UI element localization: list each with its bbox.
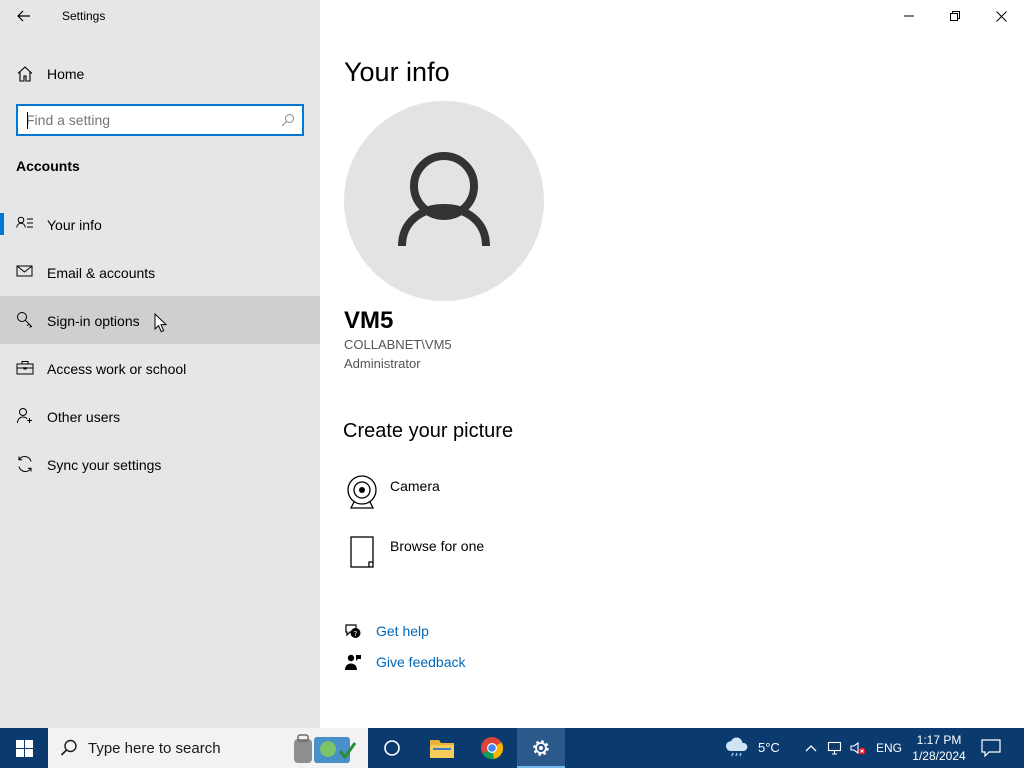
close-icon [995,10,1007,22]
camera-option[interactable]: Camera [344,474,644,514]
sidebar-item-label: Your info [47,217,102,233]
back-arrow-icon [17,10,30,22]
clock-time: 1:17 PM [916,733,962,747]
chrome-button[interactable] [468,728,516,768]
get-help-label: Get help [376,623,429,639]
user-name: VM5 [344,307,394,334]
avatar [344,101,544,301]
sidebar-item-label: Sync your settings [47,457,162,473]
sidebar-item-access-work[interactable]: Access work or school [0,344,320,392]
sidebar-item-label: Sign-in options [47,313,140,329]
gear-icon [533,740,549,756]
get-help-link[interactable]: ? Get help [344,620,644,642]
search-icon[interactable] [281,113,295,127]
clock[interactable]: 1:17 PM 1/28/2024 [906,732,972,764]
user-role: Administrator [344,356,421,371]
language-indicator[interactable]: ENG [876,741,902,755]
search-box[interactable] [16,104,304,136]
windows-logo-icon [15,739,33,757]
search-highlight-icon [294,734,357,763]
weather-temperature: 5°C [758,740,780,755]
chrome-icon [481,737,504,760]
key-icon [17,312,33,328]
folder-icon [430,740,454,758]
restore-button[interactable] [932,0,978,32]
taskbar: Type here to search 5°C ENG 1:17 PM 1/28… [0,728,1024,768]
network-icon[interactable] [827,740,843,756]
browse-option[interactable]: Browse for one [344,534,644,574]
briefcase-icon [16,361,34,375]
sidebar-item-email-accounts[interactable]: Email & accounts [0,248,320,296]
file-explorer-button[interactable] [418,728,466,768]
person-add-icon [17,408,32,424]
main-content: Your info VM5 COLLABNET\VM5 Administrato… [320,0,1024,728]
sidebar-item-your-info[interactable]: Your info [0,200,320,248]
sidebar-nav: Your info Email & accounts Sign-in optio… [0,200,320,488]
user-domain: COLLABNET\VM5 [344,337,452,352]
selection-indicator [0,213,4,235]
user-silhouette-icon [398,152,490,247]
mail-icon [16,265,33,277]
task-view-icon [384,740,400,756]
sidebar-item-label: Other users [47,409,121,425]
browse-label: Browse for one [390,538,485,554]
give-feedback-link[interactable]: Give feedback [344,651,644,673]
window-controls [886,0,1024,32]
sidebar-item-other-users[interactable]: Other users [0,392,320,440]
taskbar-search-placeholder: Type here to search [88,740,221,757]
person-list-icon [16,216,33,228]
sidebar: Settings Home Accounts Your info Email &… [0,0,320,728]
task-view-button[interactable] [368,728,416,768]
help-chat-icon: ? [345,624,361,638]
restore-icon [950,11,960,21]
document-icon [350,536,374,568]
sidebar-item-label: Home [47,66,85,82]
camera-label: Camera [390,478,440,494]
give-feedback-label: Give feedback [376,654,466,670]
svg-text:?: ? [354,630,358,638]
weather-widget[interactable]: 5°C [724,728,786,768]
volume-muted-icon[interactable] [850,740,866,756]
section-heading: Accounts [16,158,80,174]
sidebar-item-sync-settings[interactable]: Sync your settings [0,440,320,488]
camera-icon [347,475,377,509]
text-caret [27,112,28,129]
create-picture-heading: Create your picture [343,420,514,442]
sync-icon [18,456,32,472]
title-bar: Settings [0,0,320,32]
sidebar-item-label: Email & accounts [47,265,156,281]
settings-taskbar-button[interactable] [517,728,565,768]
close-button[interactable] [978,0,1024,32]
minimize-icon [904,15,914,17]
chevron-up-icon[interactable] [803,740,819,756]
sidebar-item-home[interactable]: Home [0,58,320,88]
minimize-button[interactable] [886,0,932,32]
start-button[interactable] [0,728,48,768]
home-icon [17,66,33,82]
page-title: Your info [344,57,450,87]
app-title: Settings [62,9,106,23]
taskbar-search[interactable]: Type here to search [48,728,368,768]
mouse-cursor-icon [154,313,168,333]
clock-date: 1/28/2024 [912,749,966,763]
sidebar-item-label: Access work or school [47,361,187,377]
search-icon [60,739,77,756]
search-input[interactable] [26,110,271,130]
back-button[interactable] [12,6,36,26]
notification-icon[interactable] [980,738,1002,758]
weather-cloud-icon [725,737,748,757]
feedback-icon [345,654,361,670]
